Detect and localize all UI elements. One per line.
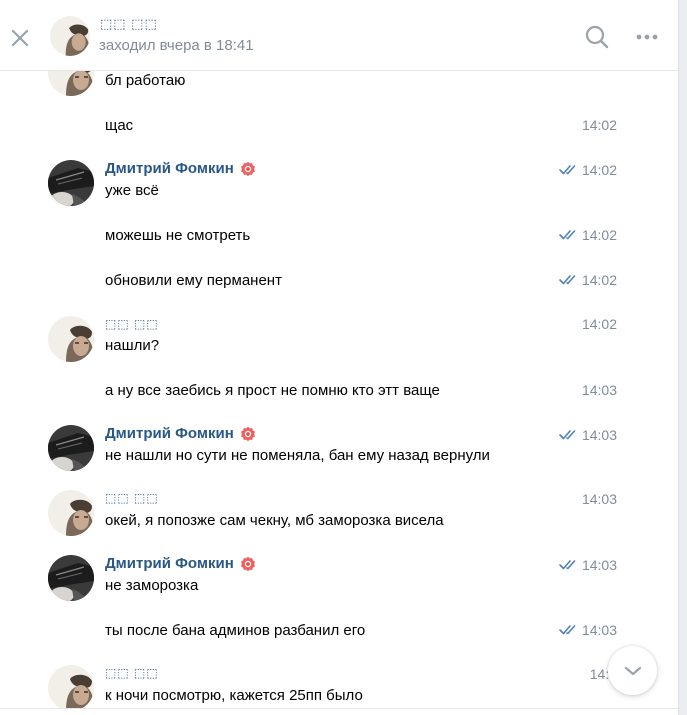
sender-name-text: Дмитрий Фомкин <box>105 160 234 177</box>
message-time: 14:02 <box>559 162 617 178</box>
message-text: к ночи посмотрю, кажется 25пп было <box>105 687 363 704</box>
badge-icon <box>240 161 255 176</box>
message-time: 14:03 <box>582 491 617 507</box>
search-icon <box>585 25 609 49</box>
sender-name[interactable]: Дмитрий Фомкин <box>105 160 256 177</box>
message-text: бл работаю <box>105 72 186 89</box>
message-time-text: 14:02 <box>581 316 617 332</box>
search-button[interactable] <box>584 24 610 50</box>
message-time: 14:03 <box>559 622 617 638</box>
chat-header: ⬚⬚ ⬚⬚ заходил вчера в 18:41 <box>0 0 678 71</box>
message-time-text: 14:03 <box>581 491 617 507</box>
message-text: не нашли но сути не поменяла, бан ему на… <box>105 447 490 464</box>
double-check-icon <box>559 560 576 570</box>
message-text: можешь не смотреть <box>105 227 251 244</box>
message-text: не заморозка <box>105 577 199 594</box>
double-check-icon <box>559 165 576 175</box>
message-time: 14:03 <box>559 557 617 573</box>
sender-name[interactable]: ⬚⬚ ⬚⬚ <box>105 317 159 331</box>
avatar[interactable] <box>48 665 94 711</box>
avatar[interactable] <box>50 16 90 56</box>
message-text: нашли? <box>105 337 160 354</box>
message-time: 14:03 <box>559 427 617 443</box>
double-check-icon <box>559 625 576 635</box>
double-check-icon <box>559 430 576 440</box>
message-time-text: 14:03 <box>581 557 617 573</box>
message-time-text: 14:03 <box>581 427 617 443</box>
sender-name-text: ⬚⬚ ⬚⬚ <box>105 317 159 331</box>
avatar[interactable] <box>48 316 94 362</box>
close-button[interactable] <box>8 26 32 50</box>
message-time-text: 14:03 <box>581 622 617 638</box>
message-text: а ну все заебись я прост не помню кто эт… <box>105 382 440 399</box>
more-button[interactable] <box>634 24 660 50</box>
badge-icon <box>240 426 255 441</box>
message-time-text: 14:02 <box>581 227 617 243</box>
message-text: уже всё <box>105 182 159 199</box>
more-icon <box>636 34 658 40</box>
avatar[interactable] <box>48 490 94 536</box>
message-text: окей, я попозже сам чекну, мб заморозка … <box>105 512 444 529</box>
chevron-down-icon <box>624 666 641 675</box>
message-text: щас <box>105 117 134 134</box>
composer-edge <box>0 708 678 715</box>
message-time-text: 14:02 <box>581 272 617 288</box>
double-check-icon <box>559 230 576 240</box>
chat-title[interactable]: ⬚⬚ ⬚⬚ <box>100 16 158 32</box>
sender-name[interactable]: Дмитрий Фомкин <box>105 555 256 572</box>
message-time: 14:02 <box>582 316 617 332</box>
message-text: обновили ему перманент <box>105 272 282 289</box>
sender-name[interactable]: ⬚⬚ ⬚⬚ <box>105 491 159 505</box>
message-time: 14:02 <box>559 227 617 243</box>
last-seen-status: заходил вчера в 18:41 <box>99 37 254 54</box>
message-text: ты после бана админов разбанил его <box>105 622 366 639</box>
double-check-icon <box>559 275 576 285</box>
sender-name-text: ⬚⬚ ⬚⬚ <box>105 491 159 505</box>
message-time: 14:03 <box>582 382 617 398</box>
avatar[interactable] <box>48 555 94 601</box>
badge-icon <box>240 556 255 571</box>
sender-name-text: ⬚⬚ ⬚⬚ <box>105 666 159 680</box>
chat-window: ⬚⬚ ⬚⬚ заходил вчера в 18:41 бл работаю ща… <box>0 0 679 715</box>
sender-name-text: Дмитрий Фомкин <box>105 555 234 572</box>
scroll-down-button[interactable] <box>608 646 657 695</box>
sender-name-text: Дмитрий Фомкин <box>105 425 234 442</box>
message-time-text: 14:03 <box>581 382 617 398</box>
avatar[interactable] <box>48 425 94 471</box>
avatar[interactable] <box>48 160 94 206</box>
message-time: 14:02 <box>559 272 617 288</box>
message-time-text: 14:02 <box>581 162 617 178</box>
sender-name[interactable]: ⬚⬚ ⬚⬚ <box>105 666 159 680</box>
message-time: 14:02 <box>582 117 617 133</box>
close-icon <box>11 29 29 47</box>
message-time-text: 14:02 <box>581 117 617 133</box>
sender-name[interactable]: Дмитрий Фомкин <box>105 425 256 442</box>
